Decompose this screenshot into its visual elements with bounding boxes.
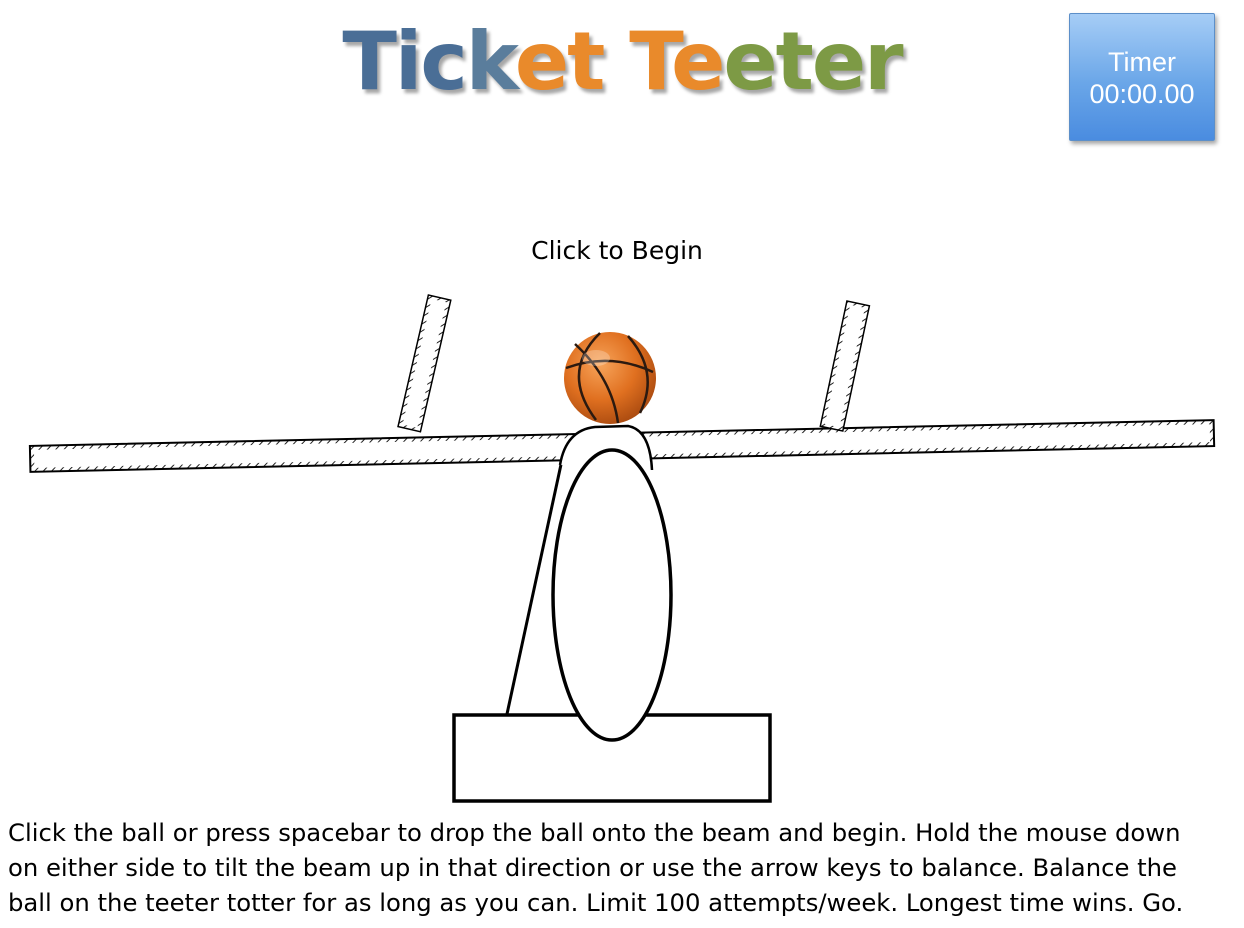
instructions-line-3: ball on the teeter totter for as long as… (8, 888, 1184, 917)
teeter-scene[interactable] (0, 0, 1244, 928)
instructions-line-1: Click the ball or press spacebar to drop… (8, 818, 1181, 847)
left-post (397, 294, 452, 433)
instructions: Click the ball or press spacebar to drop… (8, 815, 1240, 920)
click-to-begin[interactable]: Click to Begin (0, 236, 1234, 265)
basketball-icon[interactable] (564, 332, 656, 424)
instructions-line-2: on either side to tilt the beam up in th… (8, 853, 1178, 882)
game-screen: Ticket Teeter Timer 00:00.00 Click to Be… (0, 0, 1244, 928)
stand-oval (551, 448, 673, 742)
right-post (819, 300, 871, 432)
